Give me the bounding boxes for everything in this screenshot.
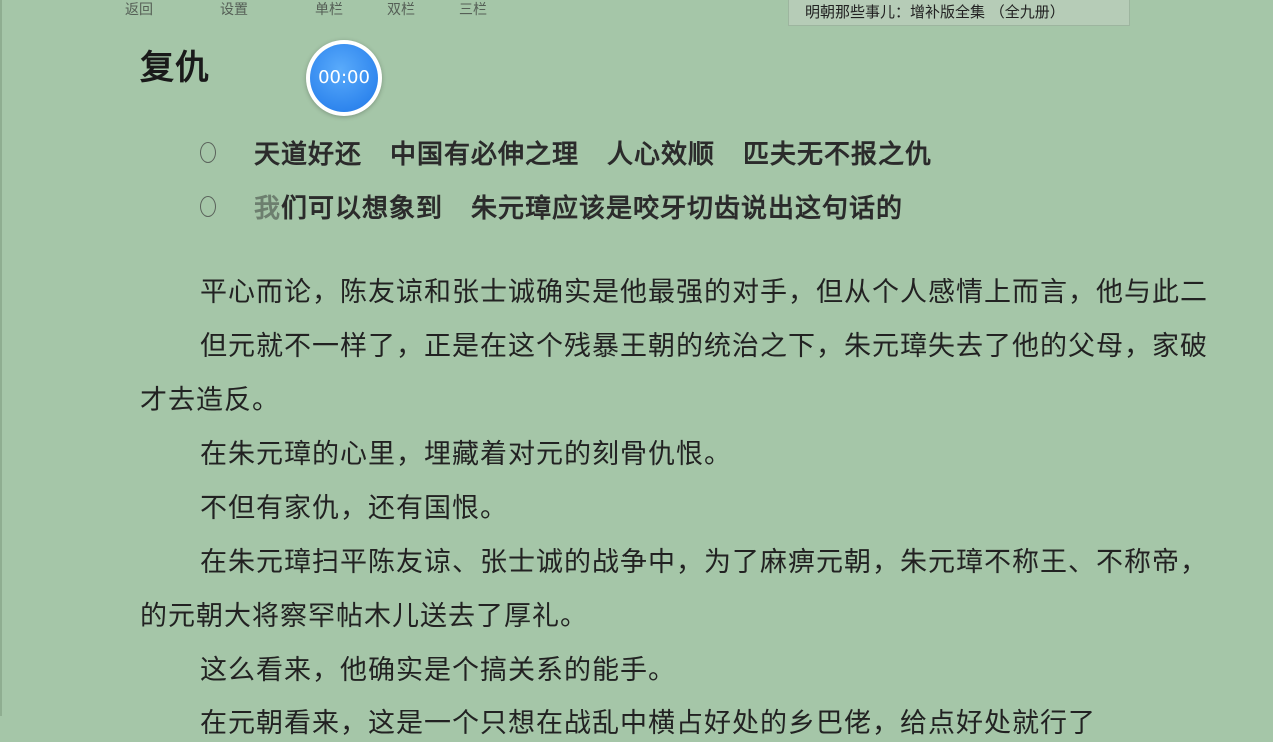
- paragraph-line: 但元就不一样了，正是在这个残暴王朝的统治之下，朱元璋失去了他的父母，家破: [200, 331, 1208, 362]
- quote-segment: 天道好还: [254, 140, 363, 170]
- single-column-button[interactable]: 单栏: [315, 1, 343, 19]
- paragraph-line: 在朱元璋的心里，埋藏着对元的刻骨仇恨。: [200, 439, 732, 470]
- settings-button[interactable]: 设置: [220, 1, 248, 19]
- paragraph-line: 才去造反。: [140, 385, 280, 416]
- quote-segment: 朱元璋应该是咬牙切齿说出这句话的: [471, 194, 904, 224]
- back-button[interactable]: 返回: [125, 1, 153, 19]
- paragraph-line: 的元朝大将察罕帖木儿送去了厚礼。: [140, 601, 588, 632]
- double-column-button[interactable]: 双栏: [387, 1, 415, 19]
- reading-timer[interactable]: 00:00: [306, 40, 382, 116]
- paragraph-line: 在元朝看来，这是一个只想在战乱中横占好处的乡巴佬，给点好处就行了: [200, 708, 1096, 739]
- quote-line-2: 我们可以想象到 朱元璋应该是咬牙切齿说出这句话的: [200, 192, 903, 226]
- quote-line-1: 天道好还 中国有必伸之理 人心效顺 匹夫无不报之仇: [200, 138, 932, 172]
- quote-segment: 们可以想象到: [281, 194, 444, 224]
- circle-bullet-icon: [200, 142, 216, 163]
- reader-toolbar: 返回 设置 单栏 双栏 三栏: [0, 0, 780, 22]
- paragraph-line: 这么看来，他确实是个搞关系的能手。: [200, 655, 676, 686]
- timer-display: 00:00: [310, 44, 378, 112]
- quote-segment: 人心效顺: [607, 140, 716, 170]
- quote-first-char: 我: [254, 194, 282, 224]
- paragraph-line: 在朱元璋扫平陈友谅、张士诚的战争中，为了麻痹元朝，朱元璋不称王、不称帝，: [200, 547, 1208, 578]
- circle-bullet-icon: [200, 196, 216, 217]
- triple-column-button[interactable]: 三栏: [459, 1, 487, 19]
- book-title: 明朝那些事儿：增补版全集 （全九册）: [788, 0, 1130, 26]
- paragraph-line: 平心而论，陈友谅和张士诚确实是他最强的对手，但从个人感情上而言，他与此二: [200, 277, 1208, 308]
- quote-segment: 匹夫无不报之仇: [743, 140, 933, 170]
- paragraph-line: 不但有家仇，还有国恨。: [200, 493, 508, 524]
- quote-segment: 中国有必伸之理: [390, 140, 580, 170]
- window-left-edge: [0, 0, 2, 716]
- chapter-title: 复仇: [140, 48, 210, 88]
